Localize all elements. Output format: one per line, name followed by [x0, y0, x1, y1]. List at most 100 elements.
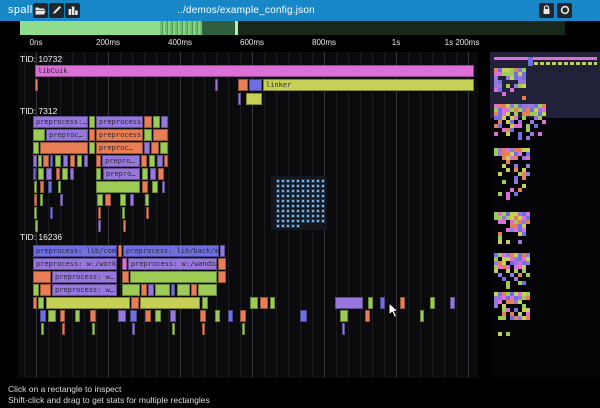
flame-bar[interactable] — [38, 155, 42, 167]
flame-bar[interactable] — [202, 323, 205, 335]
flame-bar[interactable] — [238, 79, 248, 91]
flame-bar[interactable] — [38, 297, 44, 309]
flame-bar[interactable]: preprocess: w:/work… — [33, 258, 117, 270]
flame-bar[interactable] — [33, 297, 37, 309]
flame-bar[interactable] — [155, 310, 161, 322]
flame-bar[interactable] — [340, 310, 348, 322]
flame-bar[interactable] — [98, 220, 101, 232]
flame-bar[interactable] — [150, 168, 156, 180]
flame-bar[interactable] — [122, 258, 127, 270]
flame-bar[interactable] — [55, 155, 61, 167]
flame-bar[interactable] — [218, 258, 226, 270]
flame-bar[interactable]: linker — [263, 79, 474, 91]
flame-bar[interactable] — [155, 284, 170, 296]
flame-bar[interactable] — [40, 181, 44, 193]
flame-bar[interactable] — [48, 310, 56, 322]
flame-bar[interactable] — [270, 297, 275, 309]
flame-bar[interactable] — [33, 142, 39, 154]
flame-bar[interactable] — [62, 168, 68, 180]
flame-bar[interactable] — [162, 181, 165, 193]
flame-bar[interactable] — [191, 284, 197, 296]
flame-bar[interactable] — [141, 155, 147, 167]
flame-bar[interactable] — [151, 142, 159, 154]
flame-bar[interactable] — [144, 142, 150, 154]
flame-bar[interactable] — [215, 310, 220, 322]
flame-bar[interactable]: libCuik — [35, 65, 474, 77]
flame-bar[interactable] — [40, 194, 43, 206]
flame-bar[interactable] — [228, 310, 233, 322]
flame-bar[interactable] — [118, 310, 126, 322]
flame-bar[interactable] — [380, 297, 385, 309]
flame-bar[interactable]: preproc… — [46, 129, 88, 141]
flame-bar[interactable] — [164, 155, 168, 167]
flame-bar[interactable] — [130, 271, 217, 283]
stats-button[interactable] — [65, 3, 80, 18]
flame-bar[interactable] — [40, 142, 88, 154]
flame-bar[interactable] — [144, 129, 152, 141]
flame-bar[interactable] — [40, 310, 46, 322]
flame-bar[interactable]: preprocess: w… — [52, 284, 117, 296]
open-file-button[interactable] — [33, 3, 48, 18]
flame-bar[interactable] — [70, 168, 74, 180]
flame-bar[interactable]: preprocess:… — [33, 116, 88, 128]
flame-bar[interactable] — [33, 155, 37, 167]
flame-bar[interactable] — [48, 181, 52, 193]
overview-strip-segment[interactable] — [160, 21, 202, 35]
flame-bar[interactable] — [250, 297, 258, 309]
flame-bar[interactable] — [142, 181, 148, 193]
flame-bar[interactable] — [220, 245, 225, 257]
flame-bar[interactable] — [77, 155, 82, 167]
flame-bar[interactable]: preproc… — [96, 142, 143, 154]
flame-bar[interactable] — [153, 129, 168, 141]
flame-bar[interactable] — [365, 310, 370, 322]
lock-button[interactable] — [539, 3, 554, 18]
flame-bar[interactable]: preprocess:… — [96, 129, 143, 141]
flame-bar[interactable] — [58, 181, 61, 193]
flame-bar[interactable] — [34, 181, 37, 193]
flame-bar[interactable] — [89, 142, 95, 154]
flame-bar[interactable] — [430, 297, 435, 309]
flame-bar[interactable] — [368, 297, 373, 309]
flame-bar[interactable] — [122, 271, 129, 283]
flame-bar[interactable] — [240, 310, 246, 322]
flame-bar[interactable] — [142, 168, 148, 180]
flame-bar[interactable] — [171, 284, 175, 296]
flame-bar[interactable] — [41, 323, 44, 335]
flame-bar[interactable] — [38, 168, 44, 180]
settings-button[interactable] — [557, 3, 572, 18]
flame-bar[interactable] — [144, 116, 152, 128]
flame-bar[interactable] — [122, 207, 125, 219]
flame-bar[interactable] — [170, 310, 176, 322]
flame-bar[interactable] — [246, 93, 262, 105]
flame-bar[interactable] — [249, 79, 262, 91]
flame-bar[interactable] — [198, 284, 217, 296]
flame-bar[interactable] — [34, 194, 37, 206]
flame-bar[interactable]: prepro… — [102, 155, 140, 167]
flame-bar[interactable] — [242, 323, 245, 335]
flame-bar[interactable]: preprocess: w… — [52, 271, 117, 283]
overview-strip-segment[interactable] — [238, 21, 565, 35]
flame-bar[interactable] — [35, 79, 38, 91]
flame-bar[interactable] — [146, 207, 149, 219]
minimap-panel[interactable] — [490, 52, 600, 378]
flame-bar[interactable] — [335, 297, 363, 309]
flame-bar[interactable] — [105, 194, 111, 206]
flame-bar[interactable] — [157, 155, 163, 167]
flame-bar[interactable] — [98, 207, 101, 219]
flame-bar[interactable] — [123, 220, 126, 232]
flame-bar[interactable] — [145, 194, 149, 206]
flame-bar[interactable] — [40, 284, 51, 296]
flame-bar[interactable] — [122, 284, 140, 296]
flame-bar[interactable] — [149, 155, 155, 167]
flame-bar[interactable]: preprocess:… — [96, 116, 143, 128]
overview-strip-segment[interactable] — [202, 21, 235, 35]
edit-button[interactable] — [49, 3, 64, 18]
flame-bar[interactable] — [46, 168, 52, 180]
flame-bar[interactable] — [33, 168, 36, 180]
flame-bar[interactable] — [50, 207, 53, 219]
flame-bar[interactable] — [161, 116, 168, 128]
flame-bar[interactable] — [260, 297, 268, 309]
flame-bar[interactable] — [90, 310, 96, 322]
flame-bar[interactable] — [97, 194, 103, 206]
flame-bar[interactable]: prepro… — [103, 168, 140, 180]
